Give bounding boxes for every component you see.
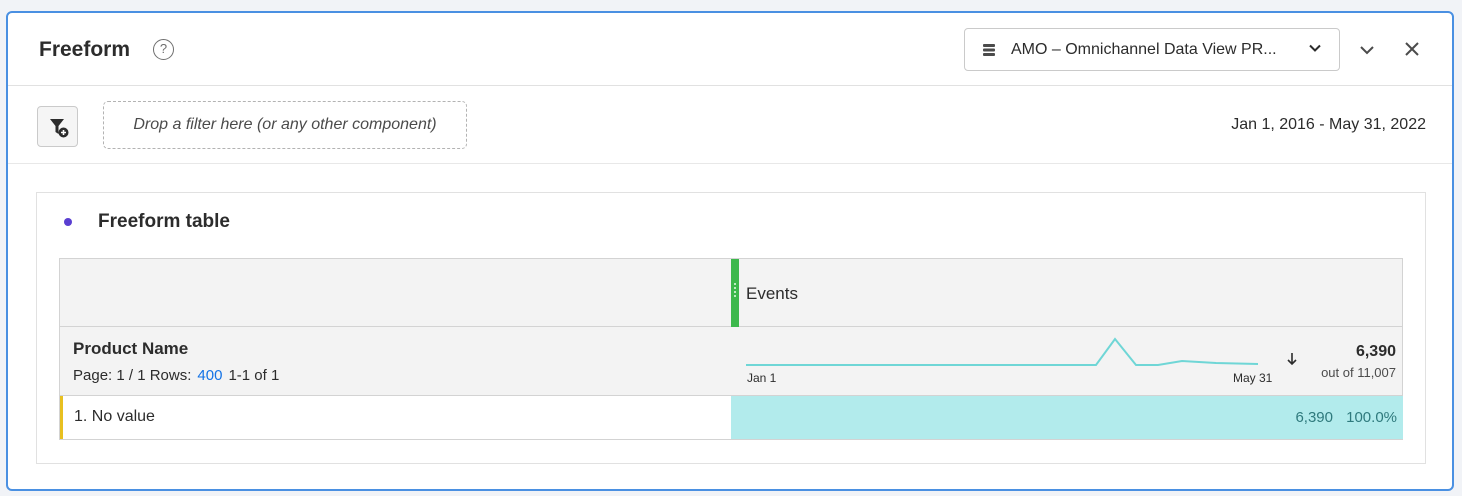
dimension-header[interactable]: Product Name [73, 339, 188, 359]
filter-drop-zone[interactable]: Drop a filter here (or any other compone… [103, 101, 467, 149]
table-row[interactable]: 1. No value 6,390 100.0% [60, 396, 1403, 439]
rows-per-page-link[interactable]: 400 [197, 367, 222, 384]
database-icon [983, 43, 995, 56]
freeform-table: Events Product Name Page: 1 / 1 Rows: 400… [59, 258, 1403, 440]
metric-header-events[interactable]: Events [746, 284, 798, 304]
dimension-header-row: Product Name Page: 1 / 1 Rows: 400 1-1 of … [60, 327, 1402, 396]
events-sparkline [746, 337, 1259, 366]
visualization-dot [64, 218, 72, 226]
column-drag-handle[interactable] [731, 259, 739, 327]
panel-title: Freeform [39, 38, 131, 61]
sparkline-line [746, 337, 1259, 366]
data-view-label: AMO – Omnichannel Data View PR... [1011, 40, 1277, 58]
filter-add-icon [50, 119, 69, 138]
date-range[interactable]: Jan 1, 2016 - May 31, 2022 [1231, 116, 1426, 134]
data-view-selector[interactable]: AMO – Omnichannel Data View PR... [964, 28, 1340, 71]
visualization-title[interactable]: Freeform table [98, 211, 230, 233]
row-value-bar: 6,390 100.0% [731, 396, 1403, 439]
row-marker [60, 396, 63, 439]
freeform-panel: Freeform ? AMO – Omnichannel Data View P… [6, 11, 1454, 491]
row-value: 6,390 [1295, 409, 1333, 426]
freeform-table-card: Freeform table Events Product Name Page:… [36, 192, 1426, 464]
metric-header-row: Events [60, 259, 1402, 327]
pagination: Page: 1 / 1 Rows: 400 1-1 of 1 [73, 367, 279, 384]
sparkline-start-label: Jan 1 [747, 371, 777, 385]
metric-total-out-of: out of 11,007 [1321, 365, 1396, 380]
metric-total: 6,390 [1355, 343, 1396, 360]
add-filter-button[interactable] [37, 106, 78, 147]
page-info: Page: 1 / 1 Rows: [73, 367, 192, 384]
collapse-icon[interactable] [1359, 42, 1375, 58]
sort-descending-icon[interactable] [1286, 352, 1298, 366]
row-percent: 100.0% [1346, 409, 1397, 426]
sparkline-end-label: May 31 [1233, 371, 1273, 385]
help-icon[interactable]: ? [153, 39, 174, 60]
row-label[interactable]: 1. No value [74, 408, 155, 426]
panel-header: Freeform ? AMO – Omnichannel Data View P… [8, 13, 1452, 86]
filter-bar: Drop a filter here (or any other compone… [8, 86, 1452, 164]
close-icon[interactable] [1404, 41, 1420, 57]
chevron-down-icon [1309, 44, 1321, 52]
row-range: 1-1 of 1 [228, 367, 280, 384]
